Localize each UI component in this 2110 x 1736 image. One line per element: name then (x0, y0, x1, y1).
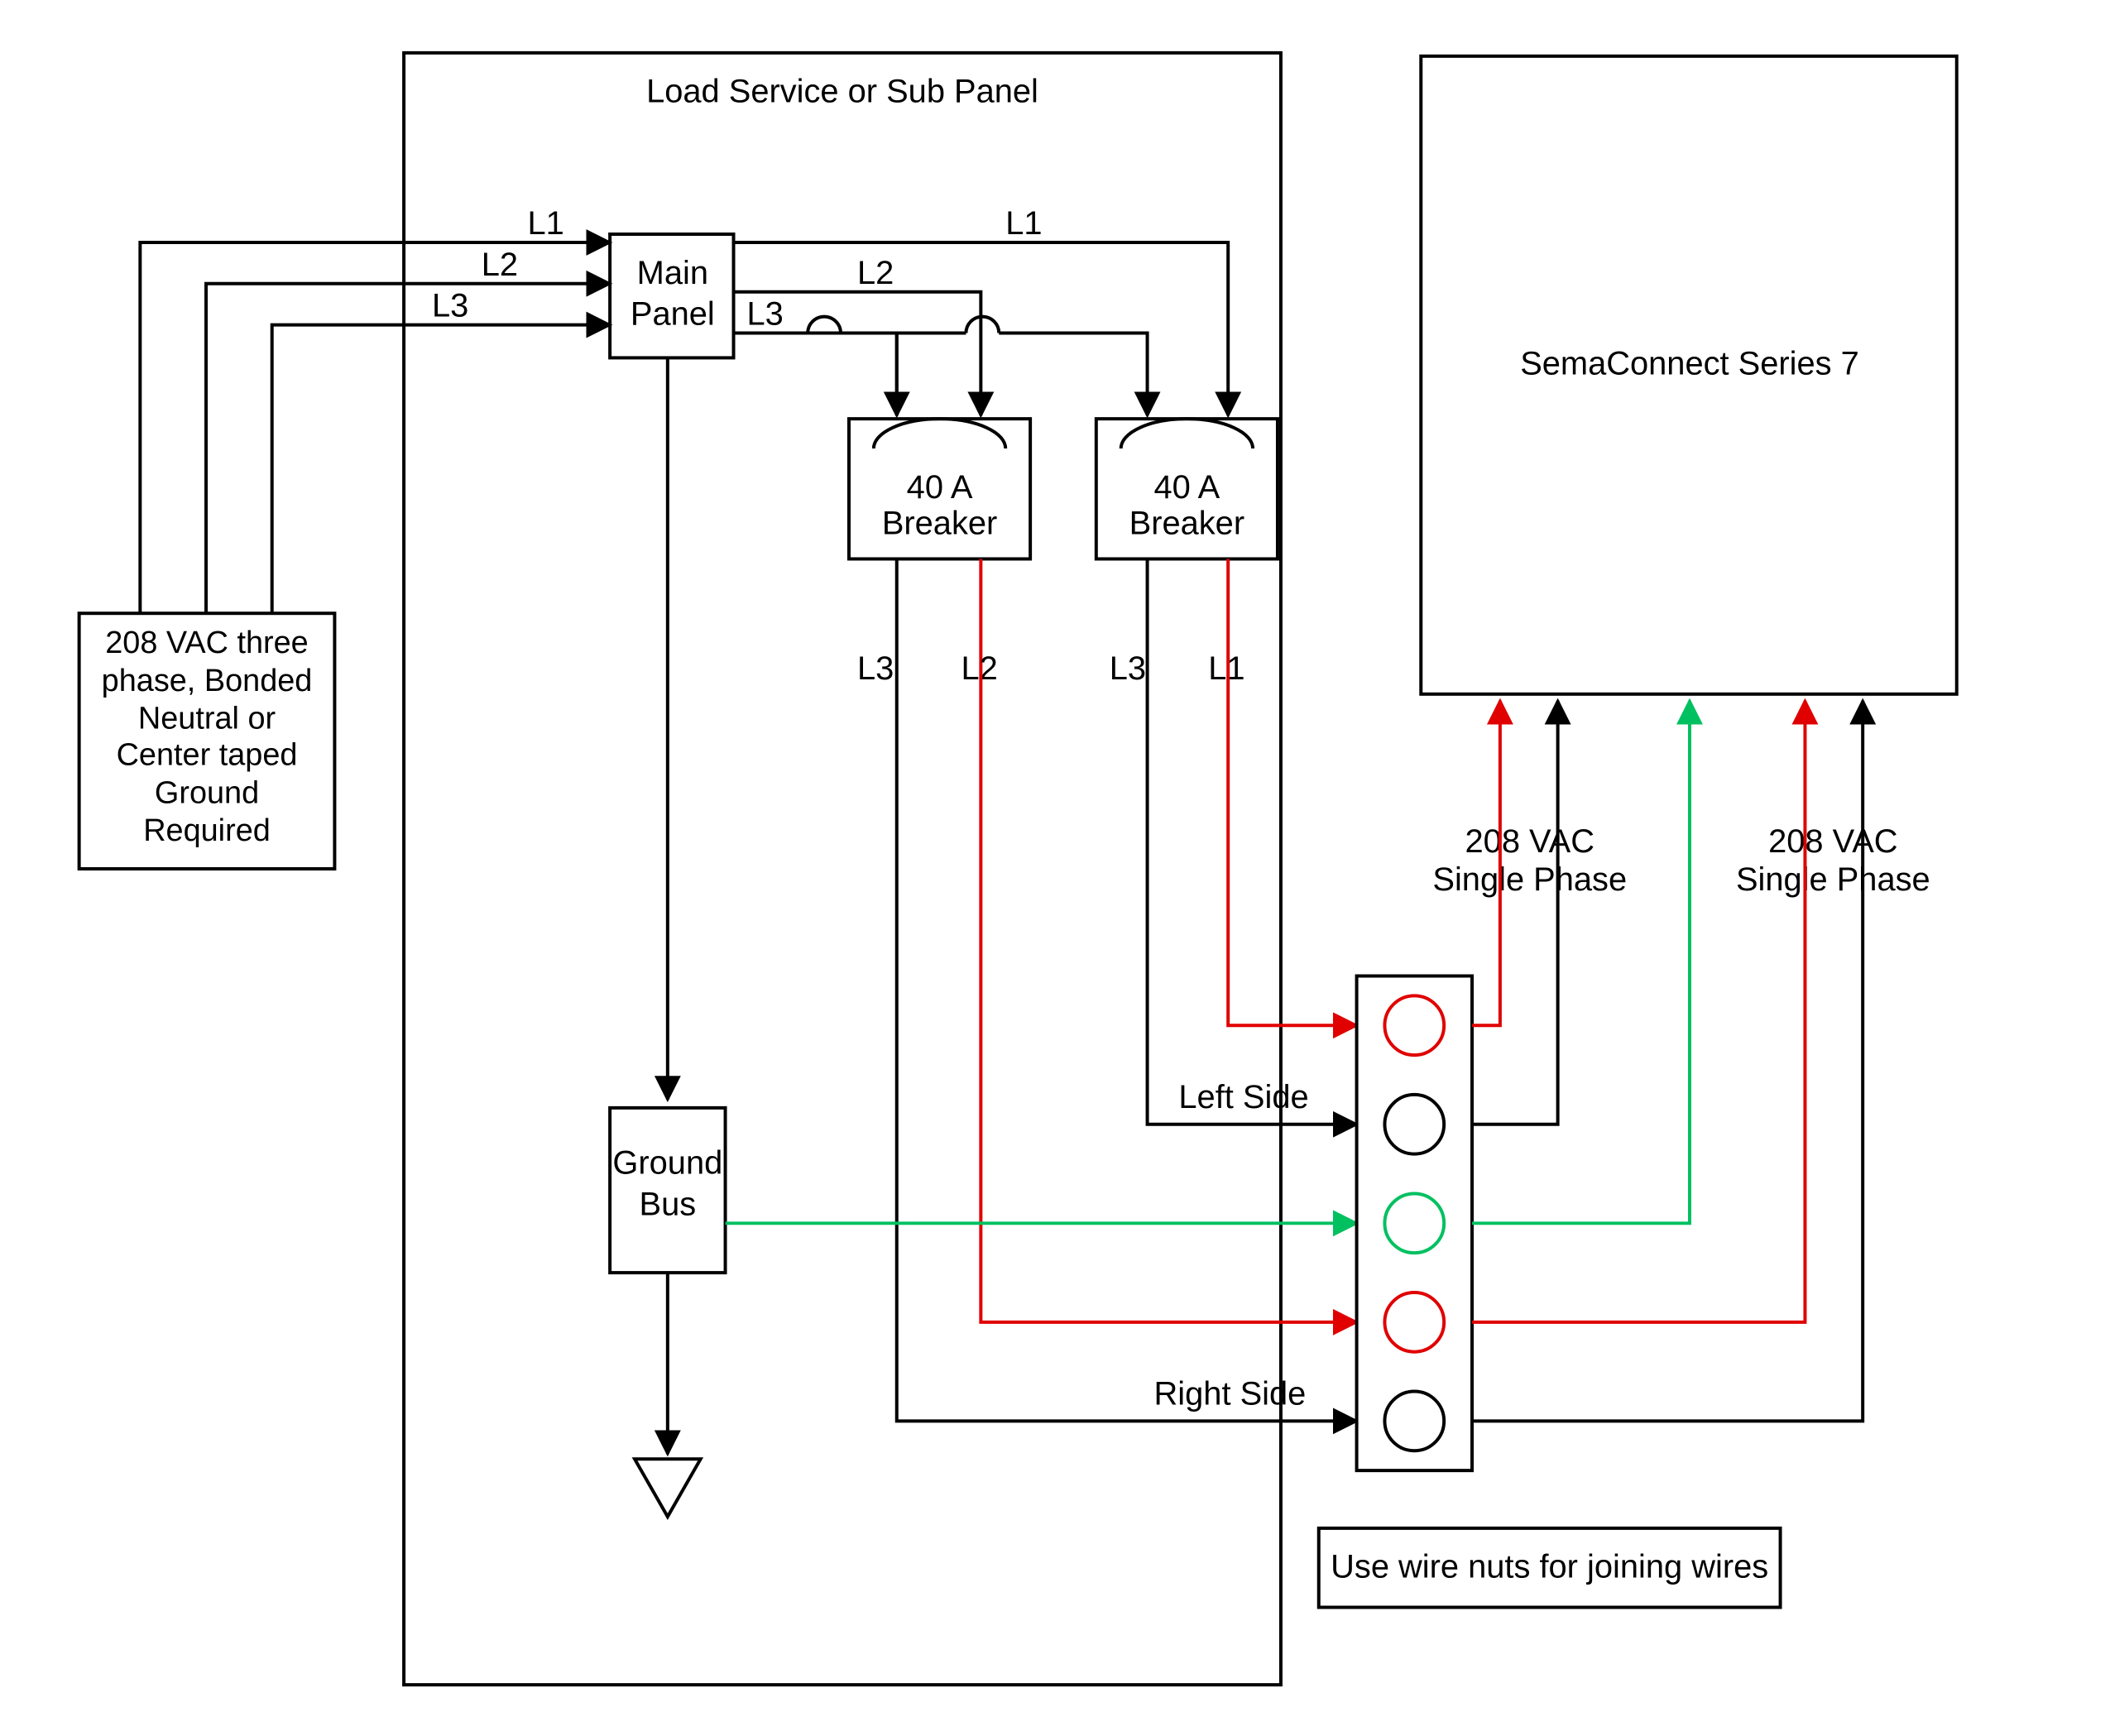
l3-out: L3 (746, 296, 783, 333)
svg-text:208 VAC: 208 VAC (1465, 823, 1594, 860)
breaker2-l2: Breaker (1129, 506, 1244, 542)
wiring-diagram: Load Service or Sub Panel 208 VAC three … (0, 0, 2110, 1736)
l3-in: L3 (432, 288, 468, 324)
svg-text:208 VAC: 208 VAC (1768, 823, 1897, 860)
b1-l3: L3 (857, 650, 894, 687)
breaker1-l1: 40 A (907, 469, 973, 506)
main-panel-label-1: Main (637, 255, 708, 291)
device-label: SemaConnect Series 7 (1520, 345, 1859, 381)
svg-text:Single Phase: Single Phase (1736, 861, 1930, 898)
ground-bus-l2: Bus (640, 1186, 697, 1222)
wire-nuts-label: Use wire nuts for joining wires (1331, 1549, 1768, 1585)
left-side-label: Left Side (1178, 1079, 1308, 1115)
b2-l3: L3 (1110, 650, 1146, 687)
panel-title: Load Service or Sub Panel (646, 74, 1038, 110)
ground-bus-l1: Ground (612, 1145, 722, 1182)
svg-text:Single Phase: Single Phase (1432, 861, 1627, 898)
l1-out: L1 (1005, 205, 1042, 242)
l2-out: L2 (857, 255, 894, 291)
l1-in: L1 (528, 205, 564, 242)
source-label: 208 VAC three phase, Bonded Neutral or C… (91, 626, 324, 851)
right-side-label: Right Side (1154, 1375, 1307, 1412)
breaker2-l1: 40 A (1154, 469, 1220, 506)
main-panel-label-2: Panel (631, 296, 715, 333)
breaker1-l2: Breaker (882, 506, 997, 542)
l2-in: L2 (482, 247, 518, 283)
load-panel-box (404, 53, 1281, 1685)
